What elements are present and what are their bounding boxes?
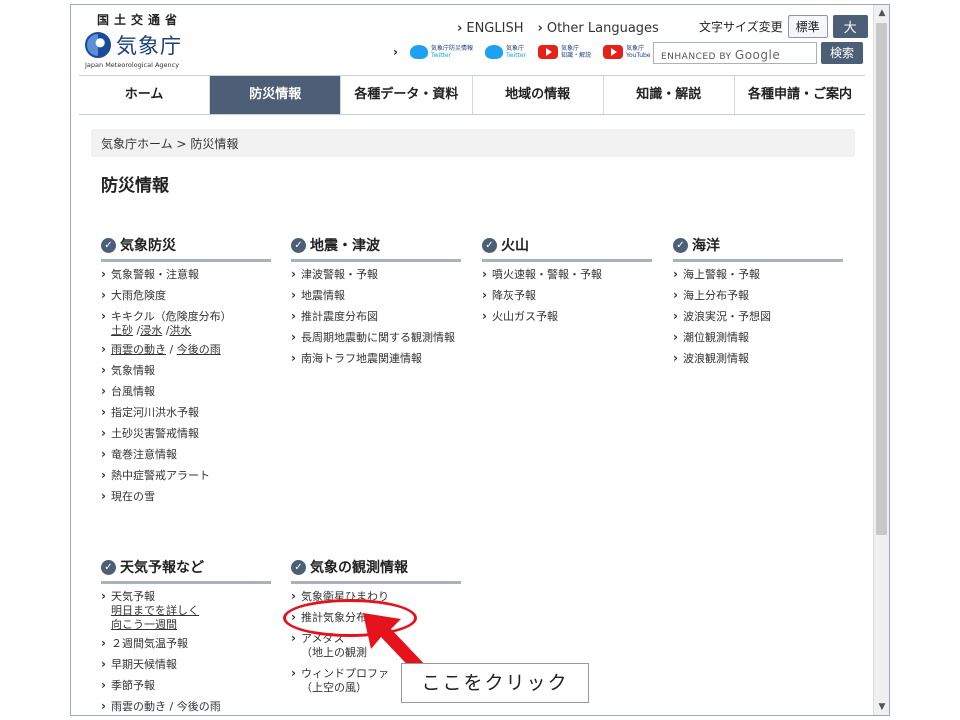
font-size-controls: 文字サイズ変更 標準 大 — [699, 15, 868, 38]
section-title: 天気予報など — [120, 560, 204, 576]
section-title: 地震・津波 — [310, 238, 380, 254]
list-item[interactable]: 南海トラフ地震関連情報 — [291, 351, 461, 366]
youtube-icon — [538, 45, 559, 59]
list-item[interactable]: 波浪観測情報 — [673, 351, 843, 366]
list-item[interactable]: 長周期地震動に関する観測情報 — [291, 330, 461, 345]
twitter-icon — [409, 45, 428, 59]
nav-application[interactable]: 各種申請・ご案内 — [733, 76, 865, 114]
amagumo-link[interactable]: 雨雲の動き — [111, 343, 166, 356]
list-item: キキクル（危険度分布） 土砂 /浸水 /洪水 — [101, 309, 271, 338]
isshukan-link[interactable]: 向こう一週間 — [111, 618, 271, 632]
list-item[interactable]: 季節予報 — [101, 678, 271, 693]
agency-name-en: Japan Meteorological Agency — [85, 61, 180, 69]
search-button[interactable]: 検索 — [821, 42, 863, 64]
chevron-right-icon: › — [393, 45, 398, 59]
chevron-right-icon: › — [537, 21, 543, 36]
ministry-name: 国土交通省 — [97, 13, 183, 27]
list-item[interactable]: 海上分布予報 — [673, 288, 843, 303]
font-size-label: 文字サイズ変更 — [699, 20, 783, 34]
vertical-scrollbar[interactable]: ▲ ▼ — [873, 5, 889, 715]
other-languages-link[interactable]: › Other Languages — [537, 21, 658, 36]
list-item[interactable]: 地震情報 — [291, 288, 461, 303]
section-kisho-bosai: ✓気象防災 気象警報・注意報 大雨危険度 キキクル（危険度分布） 土砂 /浸水 … — [101, 235, 271, 511]
nav-knowledge[interactable]: 知識・解説 — [602, 76, 734, 114]
twitter-icon — [484, 45, 503, 59]
click-here-label: ここをクリック — [401, 663, 589, 703]
list-item[interactable]: 早期天候情報 — [101, 657, 271, 672]
list-item[interactable]: 気象情報 — [101, 363, 271, 378]
page-title: 防災情報 — [101, 176, 169, 196]
language-links: › ENGLISH › Other Languages — [457, 21, 659, 36]
list-item[interactable]: 津波警報・予報 — [291, 267, 461, 282]
list-item[interactable]: 噴火速報・警報・予報 — [482, 267, 652, 282]
check-icon: ✓ — [291, 559, 306, 575]
sns-chishiki-youtube[interactable]: 気象庁 知識・解説 — [538, 45, 591, 59]
browser-viewport: 国土交通省 気象庁 Japan Meteorological Agency › E… — [70, 4, 890, 716]
list-item[interactable]: 大雨危険度 — [101, 288, 271, 303]
nav-region[interactable]: 地域の情報 — [471, 76, 603, 114]
list-item[interactable]: ２週間気温予報 — [101, 636, 271, 651]
list-item[interactable]: 潮位観測情報 — [673, 330, 843, 345]
font-standard-button[interactable]: 標準 — [787, 15, 828, 38]
youtube-icon — [603, 45, 624, 59]
ashita-made-link[interactable]: 明日までを詳しく — [111, 604, 271, 618]
list-item[interactable]: 熱中症警戒アラート — [101, 468, 271, 483]
check-icon: ✓ — [101, 559, 116, 575]
english-link[interactable]: › ENGLISH — [457, 21, 523, 36]
nav-data[interactable]: 各種データ・資料 — [340, 76, 471, 114]
nav-home[interactable]: ホーム — [79, 76, 209, 114]
section-jishin-tsunami: ✓地震・津波 津波警報・予報 地震情報 推計震度分布図 長周期地震動に関する観測… — [291, 235, 461, 373]
list-item[interactable]: 台風情報 — [101, 384, 271, 399]
list-item[interactable]: 火山ガス予報 — [482, 309, 652, 324]
check-icon: ✓ — [482, 237, 497, 253]
kikikuru-doshya-link[interactable]: 土砂 — [111, 324, 133, 337]
main-nav: ホーム 防災情報 各種データ・資料 地域の情報 知識・解説 各種申請・ご案内 — [79, 75, 865, 115]
nav-bosai[interactable]: 防災情報 — [209, 76, 341, 114]
list-item[interactable]: 指定河川洪水予報 — [101, 405, 271, 420]
list-item[interactable]: 竜巻注意情報 — [101, 447, 271, 462]
breadcrumb[interactable]: 気象庁ホーム > 防災情報 — [91, 129, 855, 157]
scroll-thumb[interactable] — [876, 23, 887, 535]
section-kaiyo: ✓海洋 海上警報・予報 海上分布予報 波浪実況・予想図 潮位観測情報 波浪観測情… — [673, 235, 843, 373]
search-input[interactable]: ENHANCED BY Google — [653, 42, 817, 64]
agency-name-jp: 気象庁 — [116, 34, 182, 58]
sns-bosai-twitter[interactable]: 気象庁防災情報 Twitter — [409, 45, 473, 59]
section-tenki: ✓天気予報など 天気予報 明日までを詳しく 向こう一週間 ２週間気温予報 早期天… — [101, 557, 271, 715]
chevron-right-icon: › — [457, 21, 463, 36]
list-item[interactable]: 波浪実況・予想図 — [673, 309, 843, 324]
list-item[interactable]: 雨雲の動き / 今後の雨 — [101, 699, 271, 714]
check-icon: ✓ — [673, 237, 688, 253]
section-title: 海洋 — [692, 238, 720, 254]
font-large-button[interactable]: 大 — [832, 15, 868, 38]
google-logo: Google — [734, 48, 781, 62]
check-icon: ✓ — [291, 237, 306, 253]
section-title: 気象の観測情報 — [310, 560, 408, 576]
kikikuru-shinsui-link[interactable]: 浸水 — [140, 324, 162, 337]
scroll-down-icon[interactable]: ▼ — [874, 699, 889, 715]
list-item[interactable]: 降灰予報 — [482, 288, 652, 303]
sns-jma-twitter[interactable]: 気象庁 Twitter — [484, 45, 526, 59]
list-item: 天気予報 明日までを詳しく 向こう一週間 — [101, 589, 271, 632]
jma-logo-icon — [85, 32, 111, 58]
list-item[interactable]: 海上警報・予報 — [673, 267, 843, 282]
list-item: 雨雲の動き / 今後の雨 — [101, 342, 271, 357]
list-item[interactable]: 土砂災害警戒情報 — [101, 426, 271, 441]
kongo-no-ame-link[interactable]: 今後の雨 — [177, 343, 221, 356]
section-title: 気象防災 — [120, 238, 176, 254]
list-item[interactable]: 推計震度分布図 — [291, 309, 461, 324]
sns-links: › 気象庁防災情報 Twitter 気象庁 Twitter 気象庁 知識・解説 気象庁… — [393, 45, 651, 59]
section-kazan: ✓火山 噴火速報・警報・予報 降灰予報 火山ガス予報 — [482, 235, 652, 331]
list-item[interactable]: 気象警報・注意報 — [101, 267, 271, 282]
section-title: 火山 — [501, 238, 529, 254]
scroll-up-icon[interactable]: ▲ — [874, 5, 889, 21]
sns-jma-youtube[interactable]: 気象庁 YouTube — [603, 45, 651, 59]
kikikuru-kozui-link[interactable]: 洪水 — [169, 324, 191, 337]
site-logo[interactable]: 国土交通省 気象庁 Japan Meteorological Agency — [85, 11, 205, 69]
jma-page: 国土交通省 気象庁 Japan Meteorological Agency › E… — [71, 5, 875, 715]
list-item[interactable]: 現在の雪 — [101, 489, 271, 504]
check-icon: ✓ — [101, 237, 116, 253]
